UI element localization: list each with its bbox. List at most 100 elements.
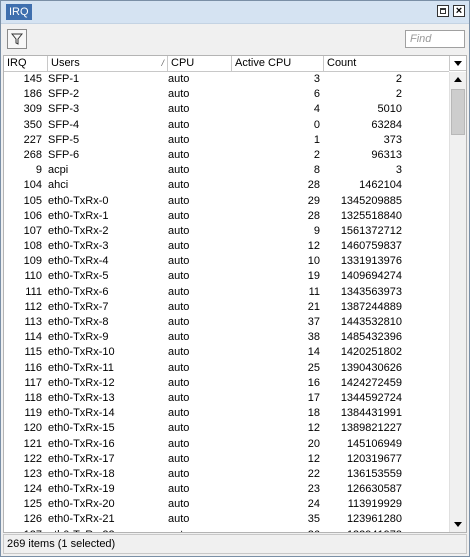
maximize-button[interactable] <box>437 5 449 17</box>
table-row[interactable]: 227 SFP-5 auto 1 373 <box>4 133 449 148</box>
cell-users: ahci <box>48 179 69 192</box>
title-bar[interactable]: IRQ × <box>1 1 469 24</box>
cell-count: 1443532810 <box>340 316 402 328</box>
filter-button[interactable] <box>7 29 27 49</box>
cell-count: 1390430626 <box>340 361 402 374</box>
cell-count: 132941973 <box>324 528 402 532</box>
table-row[interactable]: 186 SFP-2 auto 6 2 <box>4 87 449 102</box>
cell-irq: 114 <box>24 331 42 344</box>
cell-cpu: auto <box>168 300 190 313</box>
column-header-irq[interactable]: IRQ <box>4 56 48 71</box>
cell-cpu: auto <box>168 331 190 344</box>
cell-count: 1460759837 <box>340 240 402 253</box>
table-row[interactable]: 122 eth0-TxRx-17 auto 12 120319677 <box>4 452 449 467</box>
scroll-thumb[interactable] <box>451 89 465 135</box>
column-header-active-cpu-label: Active CPU <box>235 57 292 69</box>
scroll-up-button[interactable] <box>450 72 466 88</box>
cell-cpu: auto <box>168 528 228 532</box>
table-row[interactable]: 118 eth0-TxRx-13 auto 17 1344592724 <box>4 391 449 406</box>
cell-count: 1325518840 <box>340 209 402 222</box>
cell-irq: 117 <box>24 376 42 389</box>
table-row[interactable]: 127 eth0-TxRx-22auto 26 132941973 <box>4 528 449 532</box>
cell-irq: 115 <box>24 346 42 359</box>
cell-active-cpu: 22 <box>307 467 320 480</box>
table-row[interactable]: 119 eth0-TxRx-14 auto 18 1384431991 <box>4 406 449 421</box>
cell-users: eth0-TxRx-14 <box>48 407 115 420</box>
cell-irq: 116 <box>24 361 42 374</box>
cell-cpu: auto <box>168 498 190 511</box>
table-row[interactable]: 9 acpi auto 8 3 <box>4 163 449 178</box>
cell-irq: 268 <box>23 148 42 161</box>
table-row[interactable]: 114 eth0-TxRx-9 auto 38 1485432396 <box>4 330 449 345</box>
cell-users: eth0-TxRx-1 <box>48 209 109 222</box>
cell-active-cpu: 10 <box>307 255 320 268</box>
cell-count: 1384431991 <box>340 407 402 420</box>
table-row[interactable]: 104 ahci auto 28 1462104 <box>4 178 449 193</box>
cell-cpu: auto <box>168 103 190 116</box>
table-row[interactable]: 124 eth0-TxRx-19 auto 23 126630587 <box>4 482 449 497</box>
cell-count: 63284 <box>371 118 402 131</box>
cell-irq: 104 <box>23 179 42 192</box>
cell-cpu: auto <box>168 209 190 222</box>
table-row[interactable]: 115 eth0-TxRx-10 auto 14 1420251802 <box>4 345 449 360</box>
table-row[interactable]: 108 eth0-TxRx-3 auto 12 1460759837 <box>4 239 449 254</box>
table-row[interactable]: 145 SFP-1 auto 3 2 <box>4 72 449 87</box>
table-row[interactable]: 106 eth0-TxRx-1 auto 28 1325518840 <box>4 209 449 224</box>
table-row[interactable]: 117 eth0-TxRx-12 auto 16 1424272459 <box>4 376 449 391</box>
table-row[interactable]: 126 eth0-TxRx-21 auto 35 123961280 <box>4 512 449 527</box>
cell-cpu: auto <box>168 467 190 480</box>
cell-count: 1424272459 <box>340 376 402 389</box>
window-title: IRQ <box>6 4 32 20</box>
cell-cpu: auto <box>168 240 190 253</box>
cell-irq: 112 <box>24 300 42 313</box>
cell-users: eth0-TxRx-9 <box>48 331 109 344</box>
find-input[interactable] <box>405 30 465 48</box>
cell-users: SFP-3 <box>48 103 80 116</box>
cell-active-cpu: 14 <box>307 346 320 359</box>
cell-irq: 120 <box>23 422 42 435</box>
close-button[interactable]: × <box>453 5 465 17</box>
column-header-count[interactable]: Count <box>324 56 449 71</box>
column-header-cpu[interactable]: CPU <box>168 56 232 71</box>
table-row[interactable]: 350 SFP-4 auto 0 63284 <box>4 118 449 133</box>
table-row[interactable]: 125 eth0-TxRx-20 auto 24 113919929 <box>4 497 449 512</box>
table-row[interactable]: 113 eth0-TxRx-8 auto 37 1443532810 <box>4 315 449 330</box>
cell-irq: 125 <box>23 498 42 511</box>
cell-users: eth0-TxRx-21 <box>48 513 115 526</box>
table-row[interactable]: 110 eth0-TxRx-5 auto 19 1409694274 <box>4 269 449 284</box>
vertical-scrollbar[interactable] <box>449 72 466 532</box>
cell-count: 113919929 <box>347 498 402 511</box>
cell-count: 1485432396 <box>340 331 402 344</box>
cell-count: 2 <box>395 73 402 85</box>
table-row[interactable]: 111 eth0-TxRx-6 auto 11 1343563973 <box>4 285 449 300</box>
cell-cpu: auto <box>168 513 190 526</box>
cell-count: 123961280 <box>346 513 402 526</box>
column-header-active-cpu[interactable]: Active CPU <box>232 56 324 71</box>
table-row[interactable]: 116 eth0-TxRx-11 auto 25 1390430626 <box>4 361 449 376</box>
table-row[interactable]: 107 eth0-TxRx-2 auto 9 1561372712 <box>4 224 449 239</box>
cell-users: eth0-TxRx-8 <box>48 316 109 328</box>
cell-irq: 126 <box>23 513 42 526</box>
cell-count: 1343563973 <box>340 285 402 298</box>
table-row[interactable]: 121 eth0-TxRx-16 auto 20 145106949 <box>4 437 449 452</box>
cell-active-cpu: 35 <box>307 513 320 526</box>
scroll-down-button[interactable] <box>450 516 466 532</box>
table-row[interactable]: 123 eth0-TxRx-18 auto 22 136153559 <box>4 467 449 482</box>
cell-users: eth0-TxRx-17 <box>48 452 115 465</box>
cell-irq: 122 <box>23 452 42 465</box>
cell-count: 3 <box>395 164 402 177</box>
table-row[interactable]: 105 eth0-TxRx-0 auto 29 1345209885 <box>4 194 449 209</box>
cell-count: 136153559 <box>346 467 402 480</box>
cell-active-cpu: 21 <box>307 300 320 313</box>
table-row[interactable]: 120 eth0-TxRx-15 auto 12 1389821227 <box>4 421 449 436</box>
column-menu-button[interactable] <box>449 56 466 71</box>
table-row[interactable]: 109 eth0-TxRx-4 auto 10 1331913976 <box>4 254 449 269</box>
cell-cpu: auto <box>168 483 190 496</box>
table-row[interactable]: 112 eth0-TxRx-7 auto 21 1387244889 <box>4 300 449 315</box>
table-row[interactable]: 309 SFP-3 auto 4 5010 <box>4 102 449 117</box>
table-row[interactable]: 268 SFP-6 auto 2 96313 <box>4 148 449 163</box>
cell-active-cpu: 0 <box>313 118 320 131</box>
column-header-users[interactable]: Users / <box>48 56 168 71</box>
cell-count: 1420251802 <box>340 346 402 359</box>
cell-active-cpu: 11 <box>308 285 320 298</box>
